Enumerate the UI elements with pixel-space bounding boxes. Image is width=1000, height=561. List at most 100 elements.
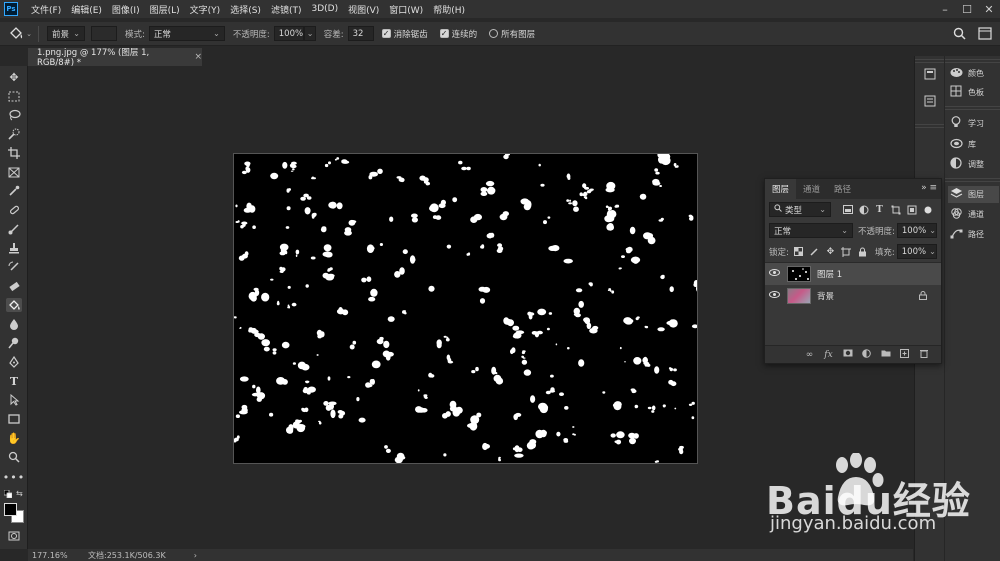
menu-file[interactable]: 文件(F) — [26, 3, 66, 16]
clone-stamp-tool-icon[interactable] — [6, 241, 22, 255]
lock-all-icon[interactable] — [856, 245, 869, 258]
more-tools-icon[interactable]: ••• — [3, 470, 24, 484]
panel-grip[interactable] — [945, 106, 1000, 110]
panel-button-swatches[interactable]: 色板 — [948, 84, 999, 101]
contiguous-checkbox[interactable]: ✓ — [439, 29, 449, 38]
tab-paths[interactable]: 路径 — [827, 179, 858, 199]
menu-3d[interactable]: 3D(D) — [306, 4, 343, 14]
panel-button-learn[interactable]: 学习 — [948, 115, 999, 132]
visibility-eye-icon[interactable] — [765, 269, 783, 279]
panel-grip[interactable] — [915, 124, 944, 128]
marquee-tool-icon[interactable] — [6, 89, 22, 103]
panel-grip[interactable] — [945, 59, 1000, 63]
swap-colors-icon[interactable]: ⇆ — [16, 489, 23, 498]
move-tool-icon[interactable]: ✥ — [6, 70, 22, 84]
dodge-tool-icon[interactable] — [6, 336, 22, 350]
menu-select[interactable]: 选择(S) — [225, 3, 266, 16]
menu-window[interactable]: 窗口(W) — [384, 3, 428, 16]
opacity-input[interactable]: 100% — [273, 26, 304, 41]
tab-layers[interactable]: 图层 — [765, 179, 797, 199]
panel-button-paths[interactable]: 路径 — [948, 226, 999, 243]
filter-smart-object-icon[interactable] — [905, 203, 918, 216]
minimize-button[interactable]: – — [934, 0, 956, 18]
properties-panel-icon[interactable] — [923, 94, 937, 108]
pattern-picker[interactable] — [91, 26, 117, 41]
lock-transparent-pixels-icon[interactable] — [792, 245, 805, 258]
filter-toggle-icon[interactable] — [921, 203, 934, 216]
document-tab[interactable]: 1.png.jpg @ 177% (图层 1, RGB/8#) * × — [28, 48, 202, 68]
add-mask-icon[interactable] — [838, 349, 857, 360]
panel-button-layers[interactable]: 图层 — [948, 186, 999, 203]
layer-filter-select[interactable]: 类型 ⌄ — [769, 202, 831, 217]
new-layer-icon[interactable] — [895, 348, 914, 361]
layer-style-fx-icon[interactable]: fx — [819, 350, 838, 360]
panel-button-adjustments[interactable]: 调整 — [948, 156, 999, 173]
frame-tool-icon[interactable] — [6, 165, 22, 179]
zoom-tool-icon[interactable] — [6, 450, 22, 464]
panel-grip[interactable] — [945, 178, 1000, 182]
new-group-folder-icon[interactable] — [876, 349, 895, 360]
tolerance-input[interactable]: 32 — [347, 26, 374, 41]
healing-brush-tool-icon[interactable] — [6, 203, 22, 217]
filter-adjustment-icon[interactable] — [857, 203, 870, 216]
status-menu-arrow[interactable]: › — [194, 551, 197, 560]
crop-tool-icon[interactable] — [6, 146, 22, 160]
panel-button-libraries[interactable]: 库 — [948, 136, 999, 153]
layer-row-background[interactable]: 背景 — [765, 285, 941, 307]
filter-pixel-icon[interactable] — [841, 203, 854, 216]
history-panel-icon[interactable] — [923, 67, 937, 81]
layer-name[interactable]: 背景 — [817, 290, 834, 302]
search-icon[interactable] — [953, 27, 966, 43]
antialias-checkbox[interactable]: ✓ — [381, 29, 391, 38]
tab-channels[interactable]: 通道 — [796, 179, 827, 199]
quick-mask-icon[interactable] — [6, 529, 22, 543]
filter-shape-icon[interactable] — [889, 203, 902, 216]
panel-button-color[interactable]: 颜色 — [948, 65, 999, 82]
close-icon[interactable]: × — [194, 52, 202, 62]
layer-row-layer1[interactable]: 图层 1 — [765, 263, 941, 285]
quick-selection-tool-icon[interactable] — [6, 127, 22, 141]
adjustment-layer-icon[interactable] — [857, 348, 876, 361]
panel-grip[interactable] — [915, 59, 944, 63]
menu-layer[interactable]: 图层(L) — [145, 3, 185, 16]
menu-edit[interactable]: 编辑(E) — [66, 3, 107, 16]
lock-image-pixels-icon[interactable] — [808, 245, 821, 258]
menu-help[interactable]: 帮助(H) — [428, 3, 470, 16]
zoom-level[interactable]: 177.16% — [32, 551, 88, 560]
menu-view[interactable]: 视图(V) — [343, 3, 384, 16]
trash-icon[interactable] — [914, 349, 933, 361]
lock-artboard-icon[interactable] — [840, 245, 853, 258]
paint-bucket-tool-preset-icon[interactable]: ⌄ — [6, 26, 34, 41]
blur-tool-icon[interactable] — [6, 317, 22, 331]
link-layers-icon[interactable]: ∞ — [800, 350, 819, 360]
menu-filter[interactable]: 滤镜(T) — [266, 3, 307, 16]
layer-opacity-input[interactable]: 100% ⌄ — [896, 223, 937, 238]
panel-menu-icon[interactable]: » ≡ — [921, 183, 937, 193]
default-colors-icon[interactable] — [3, 489, 13, 499]
close-button[interactable]: ✕ — [978, 0, 1000, 18]
eyedropper-tool-icon[interactable] — [6, 184, 22, 198]
path-selection-tool-icon[interactable] — [6, 393, 22, 407]
mode-select[interactable]: 正常 ⌄ — [148, 26, 225, 41]
fill-source-select[interactable]: 前景 ⌄ — [47, 26, 85, 41]
panel-button-channels[interactable]: 通道 — [948, 206, 999, 223]
fill-input[interactable]: 100% ⌄ — [896, 244, 937, 259]
opacity-dropdown[interactable]: ⌄ — [303, 26, 316, 41]
menu-image[interactable]: 图像(I) — [107, 3, 145, 16]
workspace-icon[interactable] — [978, 27, 992, 43]
visibility-eye-icon[interactable] — [765, 291, 783, 301]
maximize-button[interactable]: ☐ — [956, 0, 978, 18]
type-tool-icon[interactable]: T — [6, 374, 22, 388]
blend-mode-select[interactable]: 正常 ⌄ — [769, 223, 853, 238]
history-brush-tool-icon[interactable] — [6, 260, 22, 274]
foreground-color-swatch[interactable] — [4, 503, 17, 516]
rectangle-tool-icon[interactable] — [6, 412, 22, 426]
hand-tool-icon[interactable]: ✋ — [6, 431, 22, 445]
brush-tool-icon[interactable] — [6, 222, 22, 236]
lock-position-icon[interactable]: ✥ — [824, 245, 837, 258]
pen-tool-icon[interactable] — [6, 355, 22, 369]
filter-type-icon[interactable]: T — [873, 203, 886, 216]
menu-type[interactable]: 文字(Y) — [185, 3, 226, 16]
document-canvas[interactable] — [233, 153, 698, 464]
lasso-tool-icon[interactable] — [6, 108, 22, 122]
